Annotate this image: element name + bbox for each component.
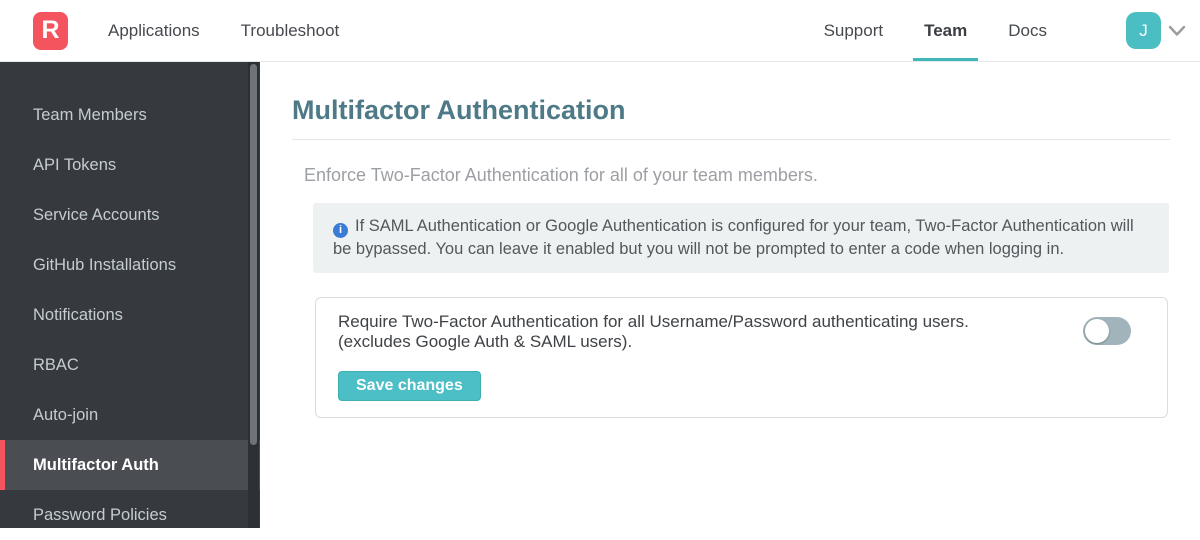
brand-logo[interactable]: R xyxy=(33,11,68,50)
title-divider xyxy=(292,139,1170,140)
main-content: Multifactor Authentication Enforce Two-F… xyxy=(260,62,1200,528)
sidebar-item-github-installations[interactable]: GitHub Installations xyxy=(0,240,260,290)
sidebar-item-team-members[interactable]: Team Members xyxy=(0,90,260,140)
user-menu[interactable]: J xyxy=(1126,12,1186,49)
avatar-initial: J xyxy=(1139,20,1148,40)
page-title: Multifactor Authentication xyxy=(292,95,626,125)
sidebar-item-label: API Tokens xyxy=(33,155,117,174)
chevron-down-icon[interactable] xyxy=(1168,25,1186,37)
save-changes-button[interactable]: Save changes xyxy=(338,370,481,401)
nav-item-label: Docs xyxy=(1008,20,1047,40)
toggle-knob xyxy=(1085,318,1109,343)
sidebar-item-label: Service Accounts xyxy=(33,205,160,224)
sidebar-item-label: GitHub Installations xyxy=(33,255,177,274)
primary-nav: Applications Troubleshoot xyxy=(108,0,339,61)
sidebar-item-auto-join[interactable]: Auto-join xyxy=(0,390,260,440)
nav-item-support[interactable]: Support xyxy=(824,0,884,61)
sidebar-item-label: Multifactor Auth xyxy=(33,455,159,474)
sidebar-item-label: RBAC xyxy=(33,355,79,374)
sidebar-item-rbac[interactable]: RBAC xyxy=(0,340,260,390)
nav-item-team[interactable]: Team xyxy=(913,0,979,61)
setting-label-line2: (excludes Google Auth & SAML users). xyxy=(338,332,633,351)
settings-sidebar: Team Members API Tokens Service Accounts… xyxy=(0,62,260,528)
avatar[interactable]: J xyxy=(1126,12,1161,49)
sidebar-item-password-policies[interactable]: Password Policies xyxy=(0,490,260,540)
setting-text-block: Require Two-Factor Authentication for al… xyxy=(338,312,1083,401)
sidebar-item-label: Notifications xyxy=(33,305,123,324)
two-factor-toggle[interactable] xyxy=(1083,316,1131,345)
info-note-text: If SAML Authentication or Google Authent… xyxy=(333,217,1134,258)
nav-item-label: Team xyxy=(924,20,968,40)
info-note: i If SAML Authentication or Google Authen… xyxy=(313,203,1169,273)
sidebar-item-notifications[interactable]: Notifications xyxy=(0,290,260,340)
nav-item-docs[interactable]: Docs xyxy=(1008,0,1047,61)
sidebar-item-multifactor-auth[interactable]: Multifactor Auth xyxy=(0,440,260,490)
sidebar-item-label: Auto-join xyxy=(33,405,99,424)
sidebar-scrollbar-thumb[interactable] xyxy=(250,64,257,445)
nav-item-label: Troubleshoot xyxy=(240,20,340,40)
sidebar-scrollbar-track xyxy=(248,62,259,528)
nav-item-troubleshoot[interactable]: Troubleshoot xyxy=(241,0,340,61)
two-factor-setting-card: Require Two-Factor Authentication for al… xyxy=(315,296,1168,418)
save-changes-label: Save changes xyxy=(356,376,463,394)
setting-label-line1: Require Two-Factor Authentication for al… xyxy=(338,311,969,331)
brand-logo-letter: R xyxy=(41,16,60,44)
nav-item-label: Support xyxy=(823,20,884,40)
sidebar-item-service-accounts[interactable]: Service Accounts xyxy=(0,190,260,240)
sidebar-item-api-tokens[interactable]: API Tokens xyxy=(0,140,260,190)
nav-item-label: Applications xyxy=(108,20,200,40)
secondary-nav: Support Team Docs J xyxy=(824,0,1186,61)
sidebar-item-label: Team Members xyxy=(33,105,147,124)
nav-item-applications[interactable]: Applications xyxy=(108,0,200,61)
sidebar-item-label: Password Policies xyxy=(33,505,167,524)
page-description: Enforce Two-Factor Authentication for al… xyxy=(304,165,818,185)
top-navbar: R Applications Troubleshoot Support Team… xyxy=(0,0,1200,62)
info-icon: i xyxy=(333,222,348,238)
